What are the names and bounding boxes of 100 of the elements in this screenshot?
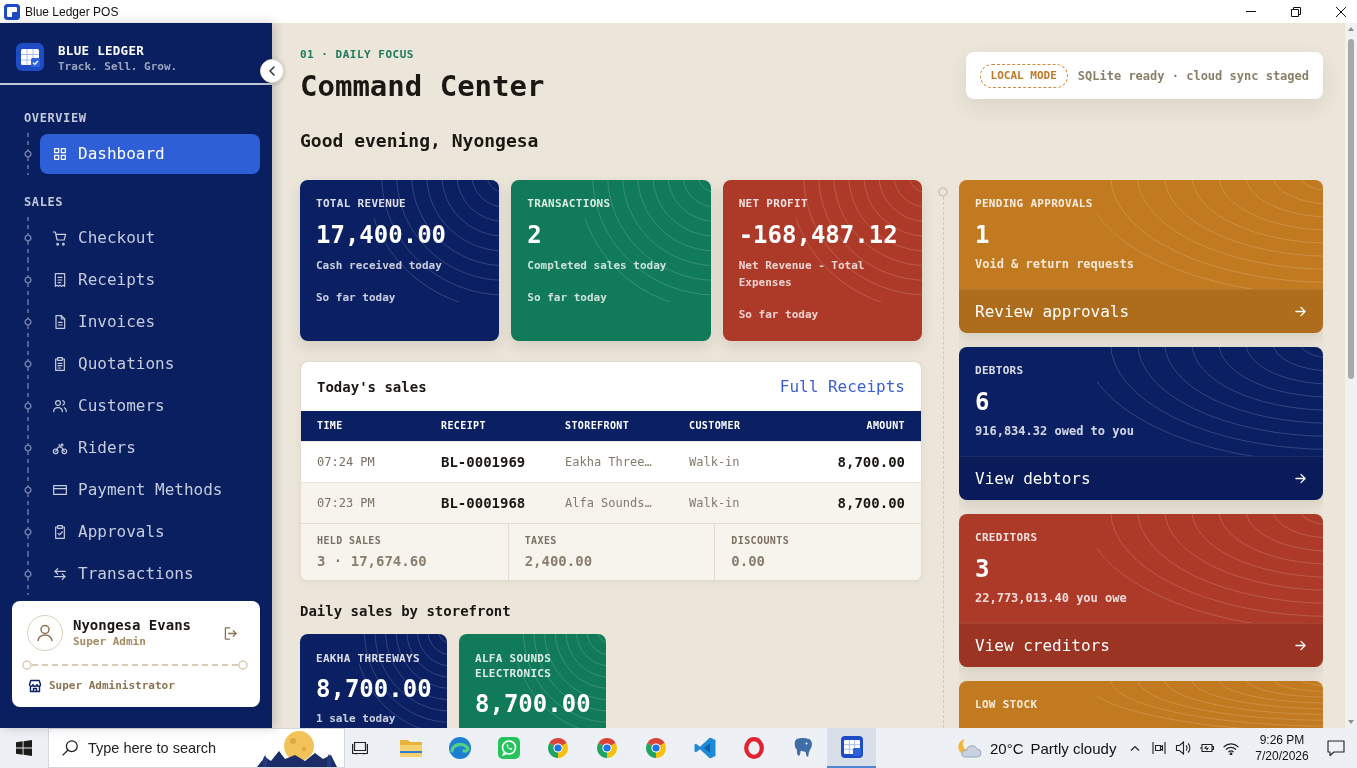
arrow-right-icon — [1295, 640, 1306, 651]
table-cell: Eakha Three… — [565, 454, 652, 470]
search-icon — [62, 740, 78, 756]
sidebar-item[interactable]: Checkout — [52, 228, 156, 248]
taskbar-app-button[interactable] — [827, 728, 876, 768]
clock[interactable]: 9:26 PM 7/20/2026 — [1247, 732, 1317, 764]
segmented-ring-icon — [545, 736, 570, 760]
card-action-button[interactable]: View debtors — [959, 456, 1323, 500]
four-panes-icon[interactable] — [16, 740, 32, 756]
sidebar-item[interactable]: Customers — [52, 396, 165, 416]
stat-label: TRANSACTIONS — [527, 197, 611, 211]
sidebar-item[interactable]: Dashboard — [40, 134, 260, 174]
scrollbar[interactable] — [1345, 23, 1357, 728]
sidebar-section-title: OVERVIEW — [24, 111, 87, 125]
close-icon[interactable] — [1336, 6, 1346, 17]
taskbar-app-button[interactable] — [594, 736, 619, 760]
page-eyebrow: 01 · DAILY FOCUS — [300, 48, 414, 62]
grid-logo-icon — [16, 43, 44, 71]
sidebar-section-title: SALES — [24, 195, 64, 209]
table-cell: BL-0001968 — [441, 495, 526, 511]
receipt-icon — [52, 272, 68, 288]
brand-tagline: Track. Sell. Grow. — [58, 59, 178, 75]
table-row[interactable]: 07:24 PM BL-0001969 Eakha Three… Walk-in 8,700.00 — [301, 441, 921, 482]
moon-scene-icon — [257, 729, 337, 767]
section-title: Daily sales by storefront — [300, 602, 511, 620]
status-text: SQLite ready · cloud sync staged — [1077, 67, 1309, 84]
summary-value: 0.00 — [731, 552, 766, 570]
sidebar-item[interactable]: Transactions — [52, 564, 194, 584]
stat-label: NET PROFIT — [738, 197, 808, 211]
user-name: Nyongesa Evans — [73, 616, 191, 634]
storefront-total: 8,700.00 — [475, 690, 591, 718]
timeline-dot-icon — [24, 318, 32, 326]
timeline-dot-icon — [24, 528, 32, 536]
taskbar-app-button[interactable] — [545, 736, 570, 760]
sidebar-item[interactable]: Approvals — [52, 522, 165, 542]
grid-logo-icon — [839, 735, 864, 759]
panel-title: Today's sales — [317, 377, 427, 396]
metric-note: Void & return requests — [975, 256, 1134, 272]
logout-icon[interactable] — [224, 626, 237, 640]
sidebar-item[interactable]: Riders — [52, 438, 136, 458]
column-header: TIME — [317, 420, 343, 432]
wifi-icon[interactable] — [1223, 741, 1239, 755]
segmented-ring-icon — [643, 736, 668, 760]
metric-value: 3 — [975, 555, 990, 583]
card-action-button[interactable]: Review approvals — [959, 289, 1323, 333]
restore-icon[interactable] — [1291, 6, 1301, 17]
receipts-link[interactable]: Full Receipts — [779, 376, 905, 397]
sidebar-item[interactable]: Receipts — [52, 270, 156, 290]
scroll-down-icon[interactable] — [1348, 720, 1354, 724]
stat-note: Net Revenue - Total Expenses — [738, 258, 866, 291]
video-icon[interactable] — [1151, 740, 1167, 756]
stat-value: 2 — [527, 221, 542, 249]
column-header: AMOUNT — [866, 420, 905, 432]
taskbar-app-button[interactable] — [447, 736, 472, 760]
sidebar-item[interactable]: Invoices — [52, 312, 156, 332]
metric-label: PENDING APPROVALS — [975, 197, 1093, 211]
sidebar-item[interactable]: Payment Methods — [52, 480, 223, 500]
summary-label: HELD SALES — [317, 534, 382, 548]
window-title: Blue Ledger POS — [25, 4, 119, 19]
store-icon — [28, 679, 42, 693]
timeline-dot-icon — [24, 234, 32, 242]
table-cell: Walk-in — [689, 454, 740, 470]
table-cell: Walk-in — [689, 495, 740, 511]
scroll-up-icon[interactable] — [1348, 27, 1354, 31]
clipboard-check-icon — [52, 524, 68, 540]
chevron-up-icon[interactable] — [1130, 745, 1140, 751]
stat-period: So far today — [316, 291, 396, 305]
scrollbar-thumb[interactable] — [1348, 39, 1354, 379]
taskbar-app-button[interactable] — [692, 736, 717, 760]
table-row[interactable]: 07:23 PM BL-0001968 Alfa Sounds… Walk-in 8,700.00 — [301, 482, 921, 523]
stat-note: Completed sales today — [527, 258, 667, 274]
weather-widget[interactable]: 20°C Partly cloudy — [956, 737, 1126, 759]
column-header: STOREFRONT — [565, 420, 630, 432]
table-cell: BL-0001969 — [441, 454, 526, 470]
table-cell: Alfa Sounds… — [565, 495, 652, 511]
summary-value: 3 · 17,674.60 — [317, 552, 427, 570]
stat-value: 17,400.00 — [316, 221, 447, 249]
taskbar-app-button[interactable] — [741, 736, 766, 760]
stat-note: Cash received today — [316, 258, 442, 274]
sidebar-item[interactable]: Quotations — [52, 354, 175, 374]
angled-ribbon-icon — [692, 736, 717, 760]
task-view-icon[interactable] — [352, 741, 368, 755]
metric-note: 22,773,013.40 you owe — [975, 590, 1127, 606]
swirl-icon — [447, 736, 472, 760]
timeline-dot-icon — [24, 150, 32, 158]
storefront-note: 1 sale today — [316, 712, 396, 726]
taskbar-app-button[interactable] — [643, 736, 668, 760]
column-header: RECEIPT — [441, 420, 486, 432]
oval-ring-icon — [741, 736, 766, 760]
storefront-name: ALFA SOUNDS ELECTRONICS — [475, 651, 553, 681]
storefront-name: EAKHA THREEWAYS — [316, 651, 420, 666]
stat-period: So far today — [527, 291, 607, 305]
notification-icon[interactable] — [1327, 740, 1345, 756]
greeting-text: Good evening, Nyongesa — [300, 130, 539, 152]
brand-name: BLUE LEDGER — [58, 43, 145, 59]
stat-value: -168,487.12 — [738, 221, 898, 249]
grid-icon — [52, 146, 68, 162]
speaker-icon[interactable] — [1175, 740, 1191, 756]
user-access: Super Administrator — [49, 678, 175, 694]
card-action-button[interactable]: View creditors — [959, 623, 1323, 667]
